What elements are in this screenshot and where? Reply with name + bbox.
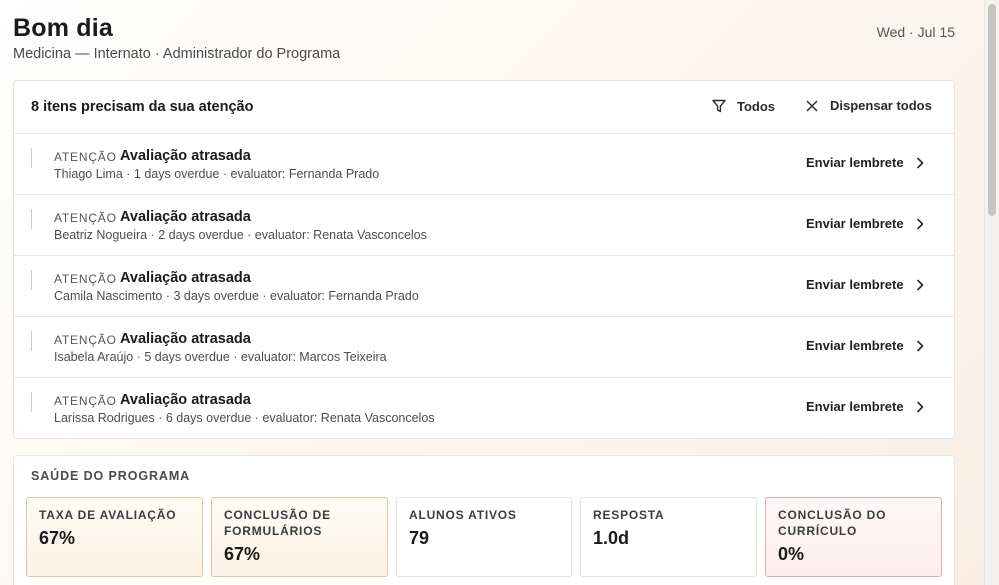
chevron-right-icon: [916, 218, 924, 230]
row-marker: [31, 392, 32, 412]
row-meta: Thiago Lima · 1 days overdue · evaluator…: [54, 167, 380, 181]
attention-row: ATENÇÃO Avaliação atrasada Camila Nascim…: [14, 256, 954, 317]
dismiss-all-label: Dispensar todos: [830, 98, 932, 113]
chevron-right-icon: [916, 157, 924, 169]
current-date: Wed · Jul 15: [876, 24, 955, 40]
row-title: Avaliação atrasada: [120, 331, 251, 347]
row-tag: ATENÇÃO: [54, 272, 117, 286]
vertical-scrollbar[interactable]: [984, 0, 999, 585]
dashboard-page: Bom dia Medicina — Internato · Administr…: [13, 0, 955, 585]
send-reminder-label: Enviar lembrete: [806, 399, 904, 414]
page-header: Bom dia Medicina — Internato · Administr…: [13, 0, 955, 80]
metric-label: TAXA DE AVALIAÇÃO: [39, 508, 177, 522]
metric-active-students[interactable]: ALUNOS ATIVOS 79: [396, 497, 572, 577]
page-subtitle: Medicina — Internato · Administrador do …: [13, 46, 341, 62]
row-meta: Beatriz Nogueira · 2 days overdue · eval…: [54, 228, 427, 242]
page-title: Bom dia: [13, 14, 114, 42]
send-reminder-button[interactable]: Enviar lembrete: [806, 216, 924, 231]
row-title: Avaliação atrasada: [120, 392, 251, 408]
row-tag: ATENÇÃO: [54, 333, 117, 347]
close-icon: [806, 100, 818, 112]
metric-label: ALUNOS ATIVOS: [409, 508, 517, 522]
metric-curriculum-completion[interactable]: CONCLUSÃO DO CURRÍCULO 0%: [765, 497, 942, 577]
attention-card: 8 itens precisam da sua atenção Todos Di…: [13, 80, 955, 439]
attention-row: ATENÇÃO Avaliação atrasada Beatriz Nogue…: [14, 195, 954, 256]
send-reminder-button[interactable]: Enviar lembrete: [806, 338, 924, 353]
row-marker: [31, 331, 32, 351]
metric-value: 79: [409, 528, 430, 548]
row-meta: Larissa Rodrigues · 6 days overdue · eva…: [54, 411, 435, 425]
send-reminder-label: Enviar lembrete: [806, 338, 904, 353]
metric-label: CONCLUSÃO DE FORMULÁRIOS: [224, 508, 331, 538]
row-meta: Isabela Araújo · 5 days overdue · evalua…: [54, 350, 387, 364]
metric-form-completion[interactable]: CONCLUSÃO DE FORMULÁRIOS 67%: [211, 497, 388, 577]
row-title: Avaliação atrasada: [120, 209, 251, 225]
attention-row: ATENÇÃO Avaliação atrasada Larissa Rodri…: [14, 378, 954, 439]
chevron-right-icon: [916, 279, 924, 291]
metric-value: 1.0d: [593, 528, 630, 548]
row-tag: ATENÇÃO: [54, 150, 117, 164]
attention-row: ATENÇÃO Avaliação atrasada Isabela Araúj…: [14, 317, 954, 378]
metric-label: CONCLUSÃO DO CURRÍCULO: [778, 508, 887, 538]
filter-button[interactable]: Todos: [711, 98, 775, 114]
attention-row: ATENÇÃO Avaliação atrasada Thiago Lima ·…: [14, 134, 954, 195]
row-marker: [31, 270, 32, 290]
metric-evaluation-rate[interactable]: TAXA DE AVALIAÇÃO 67%: [26, 497, 203, 577]
chevron-right-icon: [916, 340, 924, 352]
send-reminder-button[interactable]: Enviar lembrete: [806, 399, 924, 414]
attention-card-header: 8 itens precisam da sua atenção Todos Di…: [14, 81, 954, 134]
send-reminder-label: Enviar lembrete: [806, 155, 904, 170]
program-health-title: SAÚDE DO PROGRAMA: [31, 469, 191, 483]
filter-button-label: Todos: [737, 98, 776, 114]
row-tag: ATENÇÃO: [54, 211, 117, 225]
send-reminder-label: Enviar lembrete: [806, 216, 904, 231]
filter-icon: [711, 98, 727, 114]
metric-value: 67%: [39, 528, 76, 548]
row-title: Avaliação atrasada: [120, 270, 251, 286]
row-title: Avaliação atrasada: [120, 148, 251, 164]
chevron-right-icon: [916, 401, 924, 413]
metric-label: RESPOSTA: [593, 508, 665, 522]
scrollbar-thumb[interactable]: [988, 4, 996, 216]
row-tag: ATENÇÃO: [54, 394, 117, 408]
program-health-card: SAÚDE DO PROGRAMA TAXA DE AVALIAÇÃO 67% …: [13, 455, 955, 585]
send-reminder-button[interactable]: Enviar lembrete: [806, 155, 924, 170]
metric-response-time[interactable]: RESPOSTA 1.0d: [580, 497, 757, 577]
metric-value: 67%: [224, 544, 261, 564]
metric-value: 0%: [778, 544, 805, 564]
row-meta: Camila Nascimento · 3 days overdue · eva…: [54, 289, 419, 303]
row-marker: [31, 209, 32, 229]
dismiss-all-button[interactable]: Dispensar todos: [806, 98, 932, 113]
attention-card-title: 8 itens precisam da sua atenção: [31, 99, 254, 115]
send-reminder-button[interactable]: Enviar lembrete: [806, 277, 924, 292]
send-reminder-label: Enviar lembrete: [806, 277, 904, 292]
row-marker: [31, 148, 32, 168]
